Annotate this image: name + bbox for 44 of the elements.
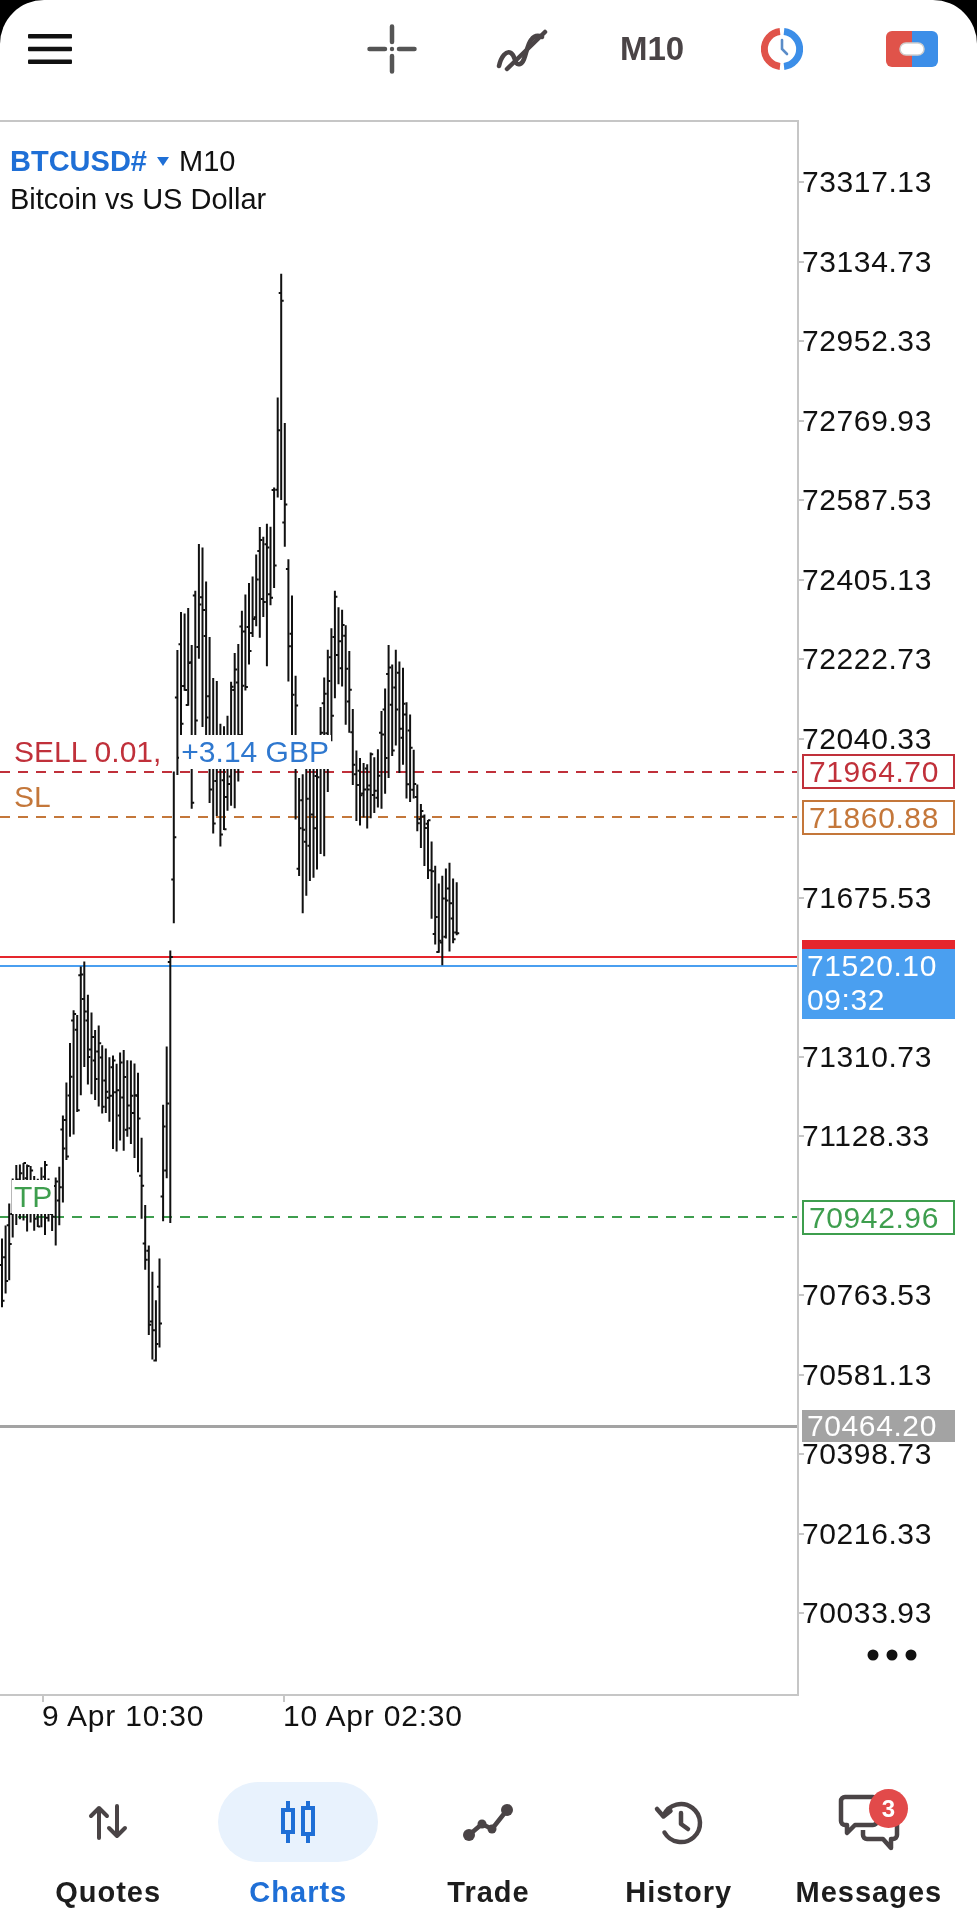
price-axis-label: 70216.33 — [802, 1520, 932, 1547]
price-axis-label: 71675.53 — [802, 884, 932, 911]
price-axis-label: 70581.13 — [802, 1361, 932, 1388]
price-axis-label: 73134.73 — [802, 248, 932, 275]
nav-tab[interactable]: History — [583, 1740, 774, 1920]
nav-tab[interactable]: Trade — [393, 1740, 584, 1920]
price-axis-label: 72769.93 — [802, 407, 932, 434]
price-axis-label: 72222.73 — [802, 646, 932, 673]
order-profit: +3.14 GBP — [179, 734, 331, 769]
price-axis-label: 71128.33 — [802, 1123, 930, 1150]
time-axis-label: 9 Apr 10:30 — [42, 1699, 205, 1733]
symbol-description: Bitcoin vs US Dollar — [10, 182, 268, 217]
chart-timeframe: M10 — [178, 144, 236, 179]
unread-count-badge: 3 — [868, 1789, 908, 1828]
more-icon[interactable] — [867, 1649, 917, 1661]
price-axis-label: 72405.13 — [802, 566, 932, 593]
price-axis-label: 72952.33 — [802, 328, 932, 355]
take-profit-price-label: 70942.96 — [802, 1199, 955, 1235]
order-price-label: 71964.70 — [802, 754, 955, 790]
stop-loss-price-label: 71860.88 — [802, 799, 955, 835]
toggle-icon[interactable] — [886, 31, 938, 67]
clock-icon[interactable] — [761, 28, 803, 70]
menu-icon[interactable] — [28, 34, 72, 64]
line-graph-icon — [462, 1802, 515, 1842]
time-axis-label: 10 Apr 02:30 — [283, 1699, 463, 1733]
crosshair-icon[interactable] — [367, 24, 417, 74]
price-axis-label: 72587.53 — [802, 487, 932, 514]
nav-tab[interactable]: Charts — [203, 1740, 394, 1920]
bid-price: 71520.10 — [807, 948, 938, 983]
price-axis-label: 70763.53 — [802, 1282, 932, 1309]
price-axis-label: 70033.93 — [802, 1600, 932, 1627]
up-down-arrows-icon — [88, 1804, 129, 1840]
price-axis-label: 73317.13 — [802, 169, 932, 196]
nav-tab[interactable]: Quotes — [13, 1740, 204, 1920]
price-axis-label: 72040.33 — [802, 725, 932, 752]
price-axis-label: 70398.73 — [802, 1441, 932, 1468]
bar-countdown: 09:32 — [807, 982, 887, 1017]
nav-tab[interactable]: 3 Messages — [773, 1740, 964, 1920]
caret-icon — [156, 156, 169, 166]
symbol-selector[interactable]: BTCUSD# — [10, 142, 169, 180]
price-axis-label: 71310.73 — [802, 1043, 932, 1070]
take-profit-label: TP — [12, 1180, 55, 1215]
timeframe-button[interactable]: M10 — [619, 29, 685, 69]
price-level-label: 70464.20 — [802, 1409, 955, 1442]
